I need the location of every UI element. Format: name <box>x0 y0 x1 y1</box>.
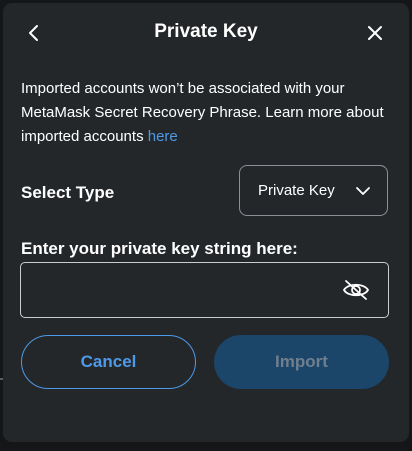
chevron-down-icon <box>356 187 370 195</box>
close-icon <box>368 26 382 40</box>
learn-more-link[interactable]: here <box>148 128 178 145</box>
select-type-label: Select Type <box>21 183 115 202</box>
eye-slash-icon <box>343 280 369 300</box>
import-button[interactable]: Import <box>214 335 389 389</box>
private-key-input[interactable] <box>31 271 335 311</box>
import-account-modal: Private Key Imported accounts won’t be a… <box>3 3 409 442</box>
private-key-label: Enter your private key string here: <box>21 239 298 258</box>
modal-title: Private Key <box>154 21 258 42</box>
close-button[interactable] <box>361 19 389 47</box>
select-type-value: Private Key <box>258 182 335 199</box>
import-warning-text: Imported accounts won’t be associated wi… <box>21 77 393 149</box>
select-type-dropdown[interactable]: Private Key <box>239 165 388 216</box>
private-key-field <box>20 262 389 318</box>
toggle-visibility-button[interactable] <box>341 277 371 303</box>
modal-header: Private Key <box>3 3 409 63</box>
cancel-button[interactable]: Cancel <box>21 335 196 389</box>
description-text: Imported accounts won’t be associated wi… <box>21 80 384 145</box>
